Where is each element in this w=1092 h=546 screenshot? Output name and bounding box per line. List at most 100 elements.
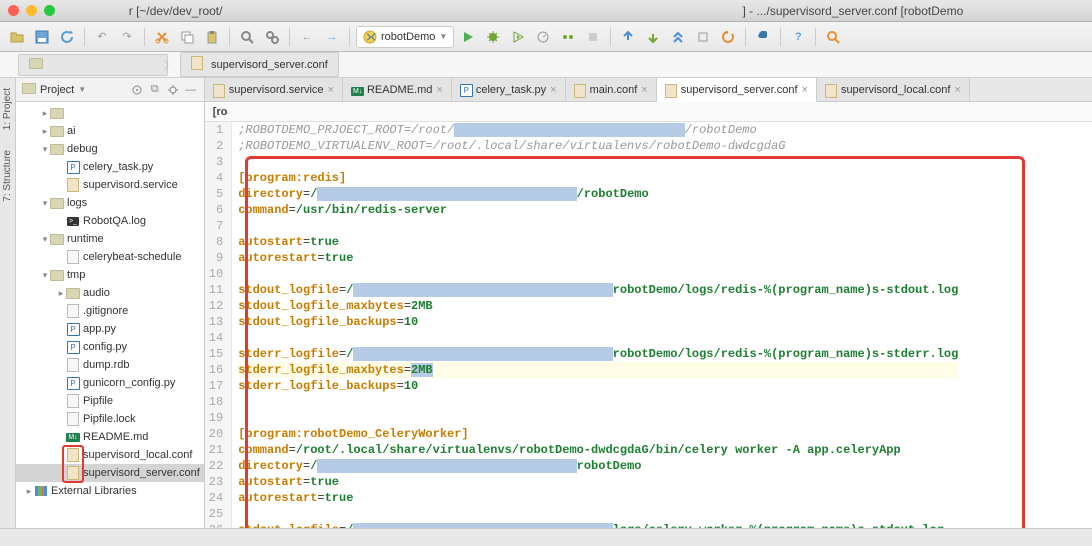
close-icon[interactable]: ×: [436, 84, 442, 96]
tree-node[interactable]: ▾runtime: [16, 230, 204, 248]
vcs-update-icon[interactable]: [617, 26, 639, 48]
tree-node[interactable]: celerybeat-schedule: [16, 248, 204, 266]
code-line[interactable]: [238, 410, 958, 426]
chevron-down-icon[interactable]: ▼: [78, 85, 86, 94]
redo-icon[interactable]: ↷: [116, 26, 138, 48]
tree-node[interactable]: ▸: [16, 104, 204, 122]
twist-icon[interactable]: ▾: [40, 234, 50, 245]
save-icon[interactable]: [31, 26, 53, 48]
concurrent-icon[interactable]: [557, 26, 579, 48]
code-line[interactable]: [program:robotDemo_CeleryWorker]: [238, 426, 958, 442]
tree-node[interactable]: RobotQA.log: [16, 212, 204, 230]
editor-tab[interactable]: supervisord.service×: [205, 78, 343, 101]
code-line[interactable]: autostart=true: [238, 234, 958, 250]
code-line[interactable]: stderr_logfile=/ robotDemo/logs/redis-%(…: [238, 346, 958, 362]
tree-node[interactable]: config.py: [16, 338, 204, 356]
twist-icon[interactable]: ▾: [40, 198, 50, 209]
vcs-rollback-icon[interactable]: [717, 26, 739, 48]
twist-icon[interactable]: ▾: [40, 270, 50, 281]
editor-tab[interactable]: supervisord_server.conf×: [657, 78, 817, 102]
twist-icon[interactable]: ▾: [40, 144, 50, 155]
tree-node[interactable]: celery_task.py: [16, 158, 204, 176]
tree-node[interactable]: Pipfile: [16, 392, 204, 410]
code-line[interactable]: [program:redis]: [238, 170, 958, 186]
cut-icon[interactable]: [151, 26, 173, 48]
code-line[interactable]: stdout_logfile=/ robotDemo/logs/redis-%(…: [238, 282, 958, 298]
tree-node[interactable]: ▾debug: [16, 140, 204, 158]
twist-icon[interactable]: ▸: [40, 108, 50, 119]
run-icon[interactable]: [457, 26, 479, 48]
undo-icon[interactable]: ↶: [91, 26, 113, 48]
replace-icon[interactable]: [261, 26, 283, 48]
tree-node[interactable]: supervisord_server.conf: [16, 464, 204, 482]
debug-icon[interactable]: [482, 26, 504, 48]
close-icon[interactable]: ×: [550, 84, 556, 96]
structure-tool-tab[interactable]: 7: Structure: [0, 144, 15, 208]
window-close[interactable]: [8, 5, 19, 16]
window-zoom[interactable]: [44, 5, 55, 16]
code-line[interactable]: stderr_logfile_maxbytes=2MB: [238, 362, 958, 378]
hide-icon[interactable]: —: [184, 83, 198, 97]
code-line[interactable]: stdout_logfile_maxbytes=2MB: [238, 298, 958, 314]
twist-icon[interactable]: ▸: [40, 126, 50, 137]
close-icon[interactable]: ×: [641, 84, 647, 96]
editor-tab[interactable]: supervisord_local.conf×: [817, 78, 970, 101]
code-line[interactable]: stdout_logfile=/ logs/celery-worker-%(pr…: [238, 522, 958, 528]
tree-node[interactable]: ▸ai: [16, 122, 204, 140]
code-line[interactable]: ;ROBOTDEMO_VIRTUALENV_ROOT=/root/.local/…: [238, 138, 958, 154]
refresh-icon[interactable]: [56, 26, 78, 48]
paste-icon[interactable]: [201, 26, 223, 48]
tree-node[interactable]: ▾logs: [16, 194, 204, 212]
coverage-icon[interactable]: [507, 26, 529, 48]
run-config-selector[interactable]: robotDemo ▼: [356, 26, 454, 48]
code-line[interactable]: autorestart=true: [238, 250, 958, 266]
editor-tab[interactable]: celery_task.py×: [452, 78, 566, 101]
tree-node[interactable]: supervisord.service: [16, 176, 204, 194]
close-icon[interactable]: ×: [802, 84, 808, 96]
code-line[interactable]: stderr_logfile_backups=10: [238, 378, 958, 394]
profile-icon[interactable]: [532, 26, 554, 48]
tree-node[interactable]: dump.rdb: [16, 356, 204, 374]
stop-icon[interactable]: [582, 26, 604, 48]
tree-node[interactable]: README.md: [16, 428, 204, 446]
breadcrumb-project[interactable]: 〉: [18, 54, 168, 76]
breadcrumb-file[interactable]: supervisord_server.conf: [180, 52, 339, 77]
code-editor[interactable]: 1234567891011121314151617181920212223242…: [205, 122, 1092, 528]
code-line[interactable]: autostart=true: [238, 474, 958, 490]
tree-node[interactable]: supervisord_local.conf: [16, 446, 204, 464]
code-line[interactable]: [238, 266, 958, 282]
forward-icon[interactable]: →: [321, 26, 343, 48]
project-tool-tab[interactable]: 1: Project: [0, 82, 15, 136]
tree-node[interactable]: .gitignore: [16, 302, 204, 320]
code-line[interactable]: autorestart=true: [238, 490, 958, 506]
open-icon[interactable]: [6, 26, 28, 48]
code-line[interactable]: stdout_logfile_backups=10: [238, 314, 958, 330]
vcs-revert-icon[interactable]: [692, 26, 714, 48]
tree-node[interactable]: ▸External Libraries: [16, 482, 204, 500]
code-line[interactable]: [238, 506, 958, 522]
python-console-icon[interactable]: [752, 26, 774, 48]
code-line[interactable]: command=/root/.local/share/virtualenvs/r…: [238, 442, 958, 458]
collapse-all-icon[interactable]: ⧉: [148, 83, 162, 97]
gear-icon[interactable]: [166, 83, 180, 97]
code-line[interactable]: [238, 154, 958, 170]
help-icon[interactable]: ?: [787, 26, 809, 48]
locate-icon[interactable]: [130, 83, 144, 97]
vcs-commit-icon[interactable]: [642, 26, 664, 48]
vcs-history-icon[interactable]: [667, 26, 689, 48]
search-everywhere-icon[interactable]: [822, 26, 844, 48]
back-icon[interactable]: ←: [296, 26, 318, 48]
close-icon[interactable]: ×: [328, 84, 334, 96]
code-line[interactable]: [238, 330, 958, 346]
project-tree[interactable]: ▸▸ai▾debugcelery_task.pysupervisord.serv…: [16, 102, 204, 528]
tree-node[interactable]: ▾tmp: [16, 266, 204, 284]
tree-node[interactable]: gunicorn_config.py: [16, 374, 204, 392]
code-line[interactable]: command=/usr/bin/redis-server: [238, 202, 958, 218]
code-line[interactable]: [238, 394, 958, 410]
twist-icon[interactable]: ▸: [56, 288, 66, 299]
find-icon[interactable]: [236, 26, 258, 48]
close-icon[interactable]: ×: [954, 84, 960, 96]
twist-icon[interactable]: ▸: [24, 486, 34, 497]
code-line[interactable]: ;ROBOTDEMO_PRJOECT_ROOT=/root/ /robotDem…: [238, 122, 958, 138]
code-line[interactable]: directory=/ robotDemo: [238, 458, 958, 474]
